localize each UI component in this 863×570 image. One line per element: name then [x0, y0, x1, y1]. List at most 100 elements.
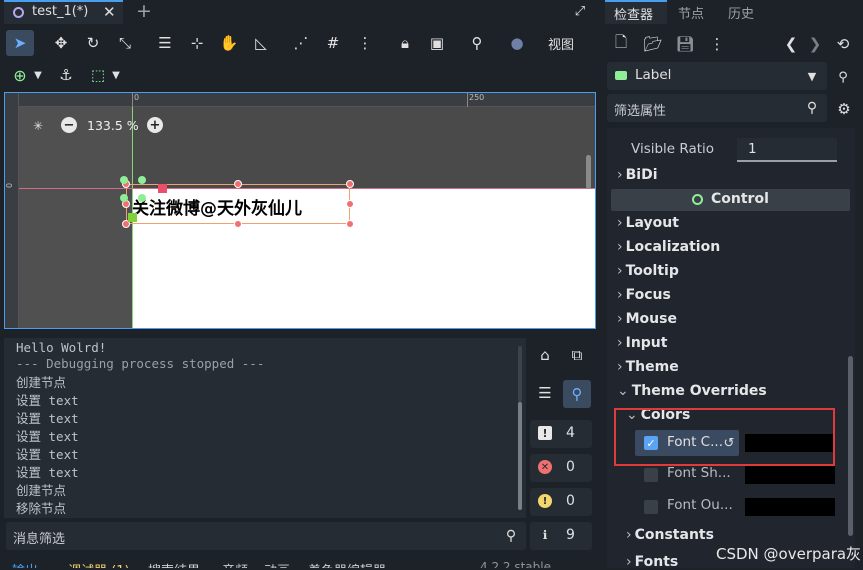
font-shadow-swatch[interactable]	[745, 466, 835, 484]
inspector-scrollbar[interactable]	[848, 356, 853, 536]
tab-node[interactable]: 节点	[678, 3, 704, 22]
section-constants[interactable]: › Constants	[626, 527, 714, 543]
new-resource-icon[interactable]: 🗋	[612, 33, 630, 54]
pan-tool-icon[interactable]: ✋	[218, 32, 240, 54]
pivot-square[interactable]	[158, 184, 167, 193]
add-node-icon[interactable]: ⊕	[10, 64, 30, 86]
font-outline-swatch[interactable]	[745, 498, 835, 516]
exclamation-icon: !	[538, 426, 552, 440]
grid-snap-icon[interactable]: #	[322, 32, 344, 54]
bottom-tab-output[interactable]: 输出	[12, 560, 38, 568]
log-line: 设置 text	[16, 393, 79, 408]
bottom-tab-animation[interactable]: 动画	[264, 560, 290, 568]
pivot-square[interactable]	[128, 213, 137, 222]
add-tab-icon[interactable]: +	[134, 0, 154, 22]
bottom-tab-search[interactable]: 搜索结果	[148, 560, 200, 568]
container-sizing-icon[interactable]: ⬚	[88, 64, 108, 86]
anchor-icon[interactable]: ⚓	[56, 64, 76, 86]
back-icon[interactable]: ❮	[782, 34, 800, 54]
copy-output-icon[interactable]: ⧉	[568, 344, 586, 366]
section-bidi[interactable]: › BiDi	[617, 167, 658, 183]
anchor-handle[interactable]	[138, 194, 146, 202]
anchor-handle[interactable]	[120, 176, 128, 184]
smart-snap-icon[interactable]: ⋰	[290, 32, 312, 54]
bone-icon[interactable]: ⚲	[466, 32, 488, 54]
scene-tab[interactable]: test_1(*) ✕	[4, 0, 123, 24]
message-filter-input[interactable]: 消息筛选	[13, 528, 65, 547]
section-tooltip[interactable]: › Tooltip	[617, 263, 679, 279]
ruler-tool-icon[interactable]: ◺	[250, 32, 272, 54]
chevron-down-icon[interactable]: ▼	[110, 66, 122, 84]
font-shadow-checkbox[interactable]	[644, 468, 658, 482]
section-theme[interactable]: › Theme	[617, 359, 679, 375]
bottom-tab-debugger[interactable]: 调试器 (1)	[68, 560, 130, 568]
log-line: --- Debugging process stopped ---	[16, 356, 265, 371]
chevron-down-icon[interactable]: ▼	[32, 66, 44, 84]
distraction-free-icon[interactable]: ⤢	[571, 2, 589, 20]
camera-icon[interactable]: ●	[506, 32, 528, 54]
section-input[interactable]: › Input	[617, 335, 667, 351]
viewport[interactable]: 0 250 0 ✳ − 133.5 % + 关注微博@天外灰仙儿	[4, 92, 596, 329]
view-menu[interactable]: 视图	[548, 34, 574, 53]
resize-handle[interactable]	[346, 200, 354, 208]
font-outline-checkbox[interactable]	[644, 500, 658, 514]
section-focus[interactable]: › Focus	[617, 287, 671, 303]
list-select-icon[interactable]: ☰	[154, 32, 176, 54]
open-folder-icon[interactable]: 📂︎	[643, 34, 662, 54]
tab-inspector[interactable]: 检查器	[605, 0, 667, 24]
history-icon[interactable]: ⟲	[834, 34, 852, 54]
select-tool-icon[interactable]: ➤	[6, 30, 34, 56]
message-filter-field[interactable]: 消息筛选 ⚲	[6, 522, 526, 550]
section-layout[interactable]: › Layout	[617, 215, 679, 231]
warning-count-badge[interactable]: ! 0	[530, 488, 592, 516]
collapse-icon[interactable]: ☰	[536, 382, 554, 404]
error-warning-badge[interactable]: ! 4	[530, 420, 592, 448]
move-tool-icon[interactable]: ✥	[50, 32, 72, 54]
error-count-badge[interactable]: ✕ 0	[530, 454, 592, 482]
clear-output-icon[interactable]: ⌂	[536, 344, 554, 366]
resize-handle[interactable]	[346, 220, 354, 228]
resize-handle[interactable]	[346, 180, 354, 188]
property-settings-icon[interactable]: ⚙	[834, 98, 854, 120]
section-control-header[interactable]: Control	[611, 189, 850, 211]
snap-options-icon[interactable]: ⋮	[354, 32, 376, 54]
rotate-tool-icon[interactable]: ↻	[82, 32, 104, 54]
zoom-level[interactable]: 133.5 %	[87, 118, 139, 133]
property-filter-input[interactable]: 筛选属性	[614, 100, 666, 119]
anchor-handle[interactable]	[138, 176, 146, 184]
scale-tool-icon[interactable]: ⤡	[114, 32, 136, 54]
tab-history[interactable]: 历史	[728, 3, 754, 22]
resize-handle[interactable]	[234, 220, 242, 228]
log-scrollbar[interactable]	[518, 402, 522, 510]
search-toggle-icon[interactable]: ⚲	[563, 380, 591, 408]
lock-icon[interactable]: 🔒︎	[394, 32, 416, 54]
resize-handle[interactable]	[234, 180, 242, 188]
section-localization[interactable]: › Localization	[617, 239, 720, 255]
forward-icon[interactable]: ❯	[806, 34, 824, 54]
more-icon[interactable]: ⋮	[708, 34, 726, 54]
doc-search-icon[interactable]: ⚲	[832, 66, 854, 88]
log-line: 设置 text	[16, 447, 79, 462]
section-theme-overrides[interactable]: ⌄ Theme Overrides	[617, 383, 767, 399]
pivot-tool-icon[interactable]: ⊹	[186, 32, 208, 54]
message-count-badge[interactable]: ℹ 9	[530, 522, 592, 550]
log-line: 创建节点	[16, 483, 67, 498]
anchor-handle[interactable]	[120, 194, 128, 202]
scene-circle-icon	[13, 7, 24, 18]
font-shadow-label: Font Sh...	[667, 465, 731, 481]
visible-ratio-field[interactable]: 1	[737, 138, 837, 162]
output-log[interactable]: Hello Wolrd! --- Debugging process stopp…	[4, 338, 526, 518]
save-icon[interactable]: 💾︎	[675, 34, 694, 54]
bottom-tab-audio[interactable]: 音频	[222, 560, 248, 568]
log-line: 设置 text	[16, 429, 79, 444]
node-type-selector[interactable]: Label ▼	[607, 62, 827, 90]
snap-icon[interactable]: ✳	[29, 117, 47, 135]
section-mouse[interactable]: › Mouse	[617, 311, 677, 327]
zoom-in-icon[interactable]: +	[147, 117, 163, 133]
zoom-out-icon[interactable]: −	[61, 117, 77, 133]
bottom-tab-shader[interactable]: 着色器编辑器	[308, 560, 386, 568]
property-filter-field[interactable]: 筛选属性 ⚲	[607, 94, 827, 122]
group-icon[interactable]: ▣	[426, 32, 448, 54]
viewport-scrollbar[interactable]	[586, 155, 591, 189]
close-tab-icon[interactable]: ✕	[103, 3, 116, 21]
